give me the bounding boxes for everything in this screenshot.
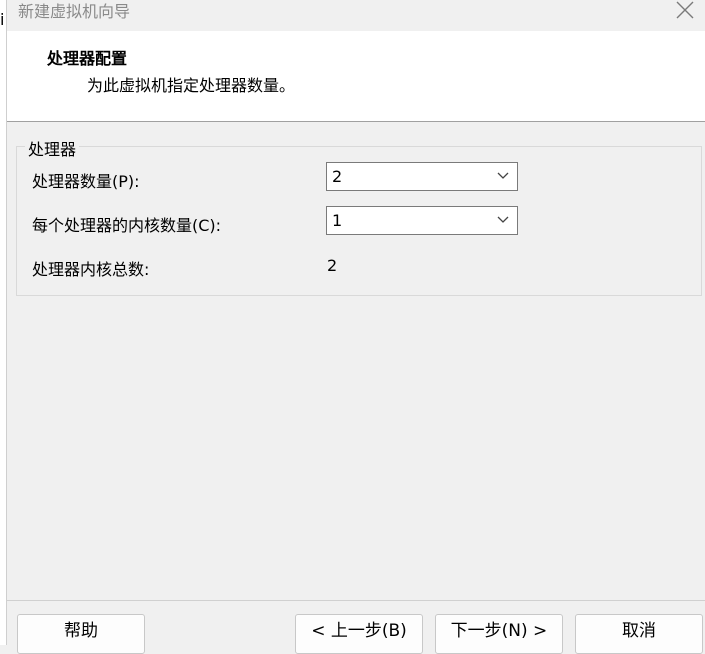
wizard-header: 处理器配置 为此虚拟机指定处理器数量。 (7, 31, 705, 122)
total-cores-label: 处理器内核总数: (32, 260, 150, 279)
cancel-button[interactable]: 取消 (575, 614, 703, 654)
close-icon (676, 1, 694, 19)
cores-per-processor-select[interactable]: 1 (326, 206, 518, 235)
help-button[interactable]: 帮助 (17, 614, 145, 654)
processor-count-value: 2 (332, 167, 343, 186)
close-button[interactable] (665, 0, 705, 22)
left-edge-glyph: i (0, 10, 5, 29)
footer-divider (7, 600, 705, 601)
processor-count-select[interactable]: 2 (326, 162, 518, 191)
page-title: 处理器配置 (47, 49, 128, 68)
next-button[interactable]: 下一步(N) > (435, 614, 563, 654)
window-title: 新建虚拟机向导 (18, 2, 131, 21)
cores-per-processor-value: 1 (332, 211, 343, 230)
back-button[interactable]: < 上一步(B) (295, 614, 423, 654)
total-cores-value: 2 (327, 256, 338, 275)
processor-count-label: 处理器数量(P): (32, 172, 140, 191)
page-subtitle: 为此虚拟机指定处理器数量。 (87, 76, 296, 95)
cores-per-processor-label: 每个处理器的内核数量(C): (32, 216, 222, 235)
processor-group-legend: 处理器 (25, 136, 80, 160)
title-bar: 新建虚拟机向导 (7, 0, 705, 30)
chevron-down-icon (497, 216, 509, 223)
chevron-down-icon (497, 172, 509, 179)
